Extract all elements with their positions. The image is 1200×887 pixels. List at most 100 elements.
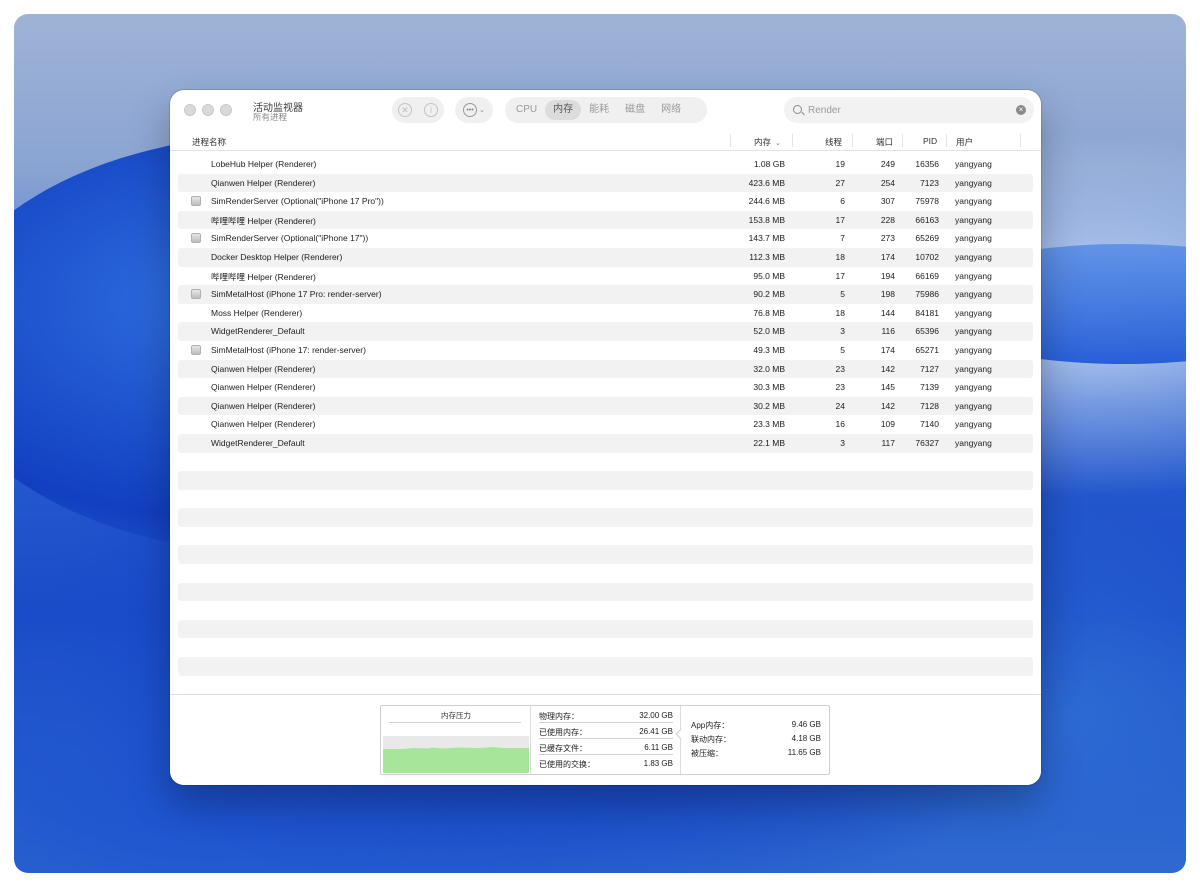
search-field[interactable]: × [784,97,1034,123]
table-row[interactable]: WidgetRenderer_Default 52.0 MB 3 116 65396 ya… [178,322,1033,341]
cell-mem: 30.2 MB [753,400,785,411]
cell-mem: 22.1 MB [753,437,785,448]
table-row[interactable]: SimRenderServer (Optional("iPhone 17 Pro… [178,192,1033,211]
empty-row [178,657,1033,676]
empty-row [178,545,1033,565]
cell-user: yangyang [955,437,992,448]
close-window-button[interactable] [184,104,196,116]
column-header-memory[interactable]: 内存 ⌄ [754,136,781,148]
app-memory-value: 9.46 GB [791,720,821,729]
tab-energy[interactable]: 能耗 [581,100,617,120]
process-icon [191,344,201,355]
swap-used-label: 已使用的交换： [539,760,595,769]
swap-used-row: 已使用的交换： 1.83 GB [539,756,673,771]
column-divider[interactable] [902,134,903,147]
cell-mem: 143.7 MB [748,233,785,244]
column-header-threads[interactable]: 线程 [825,136,842,148]
divider [389,722,521,723]
cell-name: SimMetalHost (iPhone 17: render-server) [211,344,366,355]
memory-breakdown: App内存： 9.46 GB 联动内存： 4.18 GB 被压缩： 11.65 … [681,706,829,774]
cell-pid: 7123 [920,177,939,188]
column-divider[interactable] [730,134,731,147]
cell-name: LobeHub Helper (Renderer) [211,159,317,169]
table-row[interactable]: Docker Desktop Helper (Renderer) 112.3 MB… [178,247,1033,267]
cell-mem: 30.3 MB [753,382,785,393]
cell-user: yangyang [955,307,992,318]
table-row[interactable]: SimRenderServer (Optional("iPhone 17")) 1… [178,229,1033,248]
column-divider[interactable] [792,134,793,147]
cell-user: yangyang [955,400,992,411]
column-divider[interactable] [946,134,947,147]
used-memory-label: 已使用内存： [539,728,587,737]
cell-pid: 7127 [920,363,939,374]
table-row[interactable]: SimMetalHost (iPhone 17 Pro: render-serv… [178,285,1033,304]
cell-threads: 23 [835,363,845,374]
physical-memory-row: 物理内存： 32.00 GB [539,708,673,723]
tab-disk[interactable]: 磁盘 [617,100,653,120]
tab-cpu[interactable]: CPU [508,100,545,120]
compressed-memory-label: 被压缩： [691,749,723,758]
column-header-name[interactable]: 进程名称 [192,136,226,148]
cell-threads: 24 [835,400,845,411]
cell-name: WidgetRenderer_Default [211,326,305,337]
table-row[interactable]: Qianwen Helper (Renderer) 32.0 MB 23 142 712… [178,359,1033,379]
cell-user: yangyang [955,196,992,207]
cell-name: Qianwen Helper (Renderer) [211,382,316,393]
cached-files-value: 6.11 GB [644,743,673,752]
cell-name: 哔哩哔哩 Helper (Renderer) [211,215,316,226]
cell-mem: 423.6 MB [748,177,785,188]
clear-search-icon[interactable]: × [1016,105,1026,115]
table-row[interactable]: 哔哩哔哩 Helper (Renderer) 153.8 MB 17 228 66163… [178,210,1033,230]
table-row[interactable]: Qianwen Helper (Renderer) 23.3 MB 16 109 714… [178,415,1033,434]
cell-threads: 7 [840,233,845,244]
table-row[interactable]: Moss Helper (Renderer) 76.8 MB 18 144 84181 y… [178,304,1033,323]
empty-row [178,601,1033,620]
column-divider[interactable] [852,134,853,147]
more-options-icon: ••• [463,103,478,117]
empty-row [178,453,1033,472]
cell-mem: 1.08 GB [753,159,785,169]
info-icon[interactable]: i [424,103,438,117]
table-row[interactable]: Qianwen Helper (Renderer) 423.6 MB 27 254 71… [178,173,1033,193]
tab-network[interactable]: 网络 [653,100,689,120]
cell-name: Qianwen Helper (Renderer) [211,400,316,411]
table-row[interactable]: Qianwen Helper (Renderer) 30.2 MB 24 142 712… [178,396,1033,416]
cell-name: Moss Helper (Renderer) [211,307,303,318]
process-icon [191,289,201,300]
stop-process-icon[interactable]: ✕ [398,103,412,117]
cell-user: yangyang [955,326,992,337]
cell-mem: 52.0 MB [753,326,785,337]
app-memory-label: App内存： [691,721,730,730]
cell-pid: 84181 [915,307,939,318]
cell-user: yangyang [955,382,992,393]
cell-pid: 66169 [915,270,939,281]
cell-ports: 307 [880,196,895,207]
cell-ports: 198 [880,289,895,300]
table-row[interactable]: WidgetRenderer_Default 22.1 MB 3 117 76327 ya… [178,433,1033,453]
table-row[interactable]: 哔哩哔哩 Helper (Renderer) 95.0 MB 17 194 66169 y… [178,267,1033,286]
minimize-window-button[interactable] [202,104,214,116]
table-row[interactable]: Qianwen Helper (Renderer) 30.3 MB 23 145 713… [178,378,1033,397]
cell-name: Qianwen Helper (Renderer) [211,177,316,188]
column-header-ports[interactable]: 端口 [876,136,893,148]
cell-pid: 65269 [915,233,939,244]
cell-threads: 18 [835,307,845,318]
cell-pid: 7140 [920,419,939,430]
column-header-pid[interactable]: PID [923,136,937,146]
cell-ports: 116 [881,326,895,337]
table-row[interactable]: SimMetalHost (iPhone 17: render-server) 4… [178,341,1033,360]
zoom-window-button[interactable] [220,104,232,116]
cell-ports: 117 [881,437,895,448]
cell-name: SimRenderServer (Optional("iPhone 17 Pro… [211,196,384,207]
table-header: 进程名称 内存 ⌄ 线程 端口 PID 用户 [170,131,1041,151]
search-input[interactable] [808,102,998,118]
column-divider[interactable] [1020,134,1021,147]
cell-threads: 17 [835,214,845,225]
chevron-down-icon: ⌄ [479,107,485,114]
cell-name: Qianwen Helper (Renderer) [211,419,316,430]
more-options-button[interactable]: ••• ⌄ [455,97,493,123]
tab-memory[interactable]: 内存 [545,100,582,120]
cell-ports: 109 [880,419,895,430]
column-header-user[interactable]: 用户 [956,136,973,148]
table-row[interactable]: LobeHub Helper (Renderer) 1.08 GB 19 249 163… [178,155,1033,174]
